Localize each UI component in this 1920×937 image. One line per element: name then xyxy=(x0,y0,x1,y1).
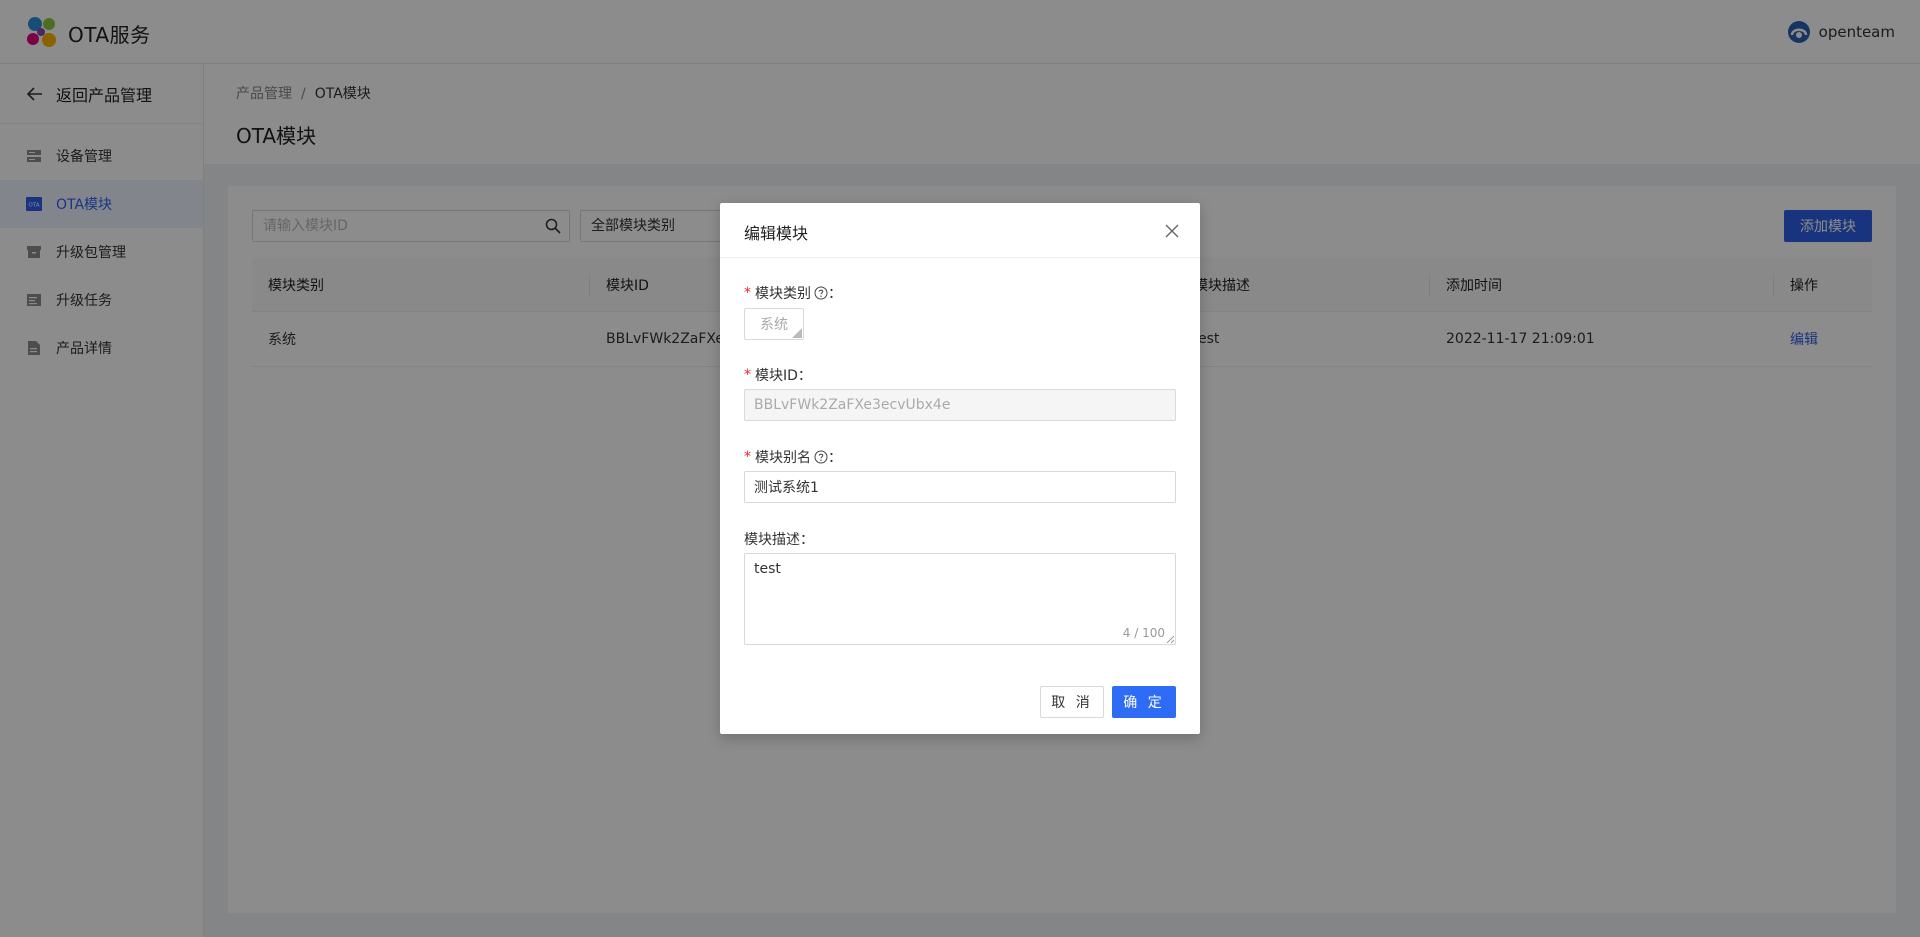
dialog-title: 编辑模块 xyxy=(744,224,809,243)
module-type-label: * 模块类别 ： xyxy=(744,283,842,303)
required-mark: * xyxy=(744,285,751,301)
cancel-button[interactable]: 取 消 xyxy=(1040,686,1104,718)
confirm-button[interactable]: 确 定 xyxy=(1112,686,1176,718)
module-alias-label: * 模块别名 ： xyxy=(744,447,842,467)
label-colon: ： xyxy=(828,450,842,466)
resize-handle-icon[interactable] xyxy=(1166,635,1174,643)
resize-corner-icon xyxy=(792,328,802,338)
edit-module-dialog: 编辑模块 * 模块类别 ： 系统 * 模块ID： * 模块别名 ： xyxy=(720,203,1200,734)
module-type-value: 系统 xyxy=(760,317,788,333)
dialog-header: 编辑模块 xyxy=(720,203,1200,258)
char-counter: 4 / 100 xyxy=(1122,626,1165,640)
question-circle-icon[interactable] xyxy=(814,450,828,464)
question-circle-icon[interactable] xyxy=(814,286,828,300)
module-alias-label-text: 模块别名 xyxy=(755,450,811,466)
module-id-label: * 模块ID： xyxy=(744,365,812,385)
required-mark: * xyxy=(744,367,751,383)
module-type-label-text: 模块类别 xyxy=(755,286,811,302)
required-mark: * xyxy=(744,449,751,465)
module-alias-input[interactable] xyxy=(744,471,1176,503)
label-colon: ： xyxy=(828,286,842,302)
close-icon[interactable] xyxy=(1164,223,1180,239)
module-id-field xyxy=(744,389,1176,421)
module-desc-label-text: 模块描述： xyxy=(744,532,814,548)
module-id-label-text: 模块ID： xyxy=(755,368,812,384)
module-desc-field: test 4 / 100 xyxy=(744,553,1176,645)
module-type-field: 系统 xyxy=(744,308,804,340)
module-desc-label: 模块描述： xyxy=(744,529,814,549)
module-desc-textarea[interactable]: test xyxy=(745,554,1175,644)
